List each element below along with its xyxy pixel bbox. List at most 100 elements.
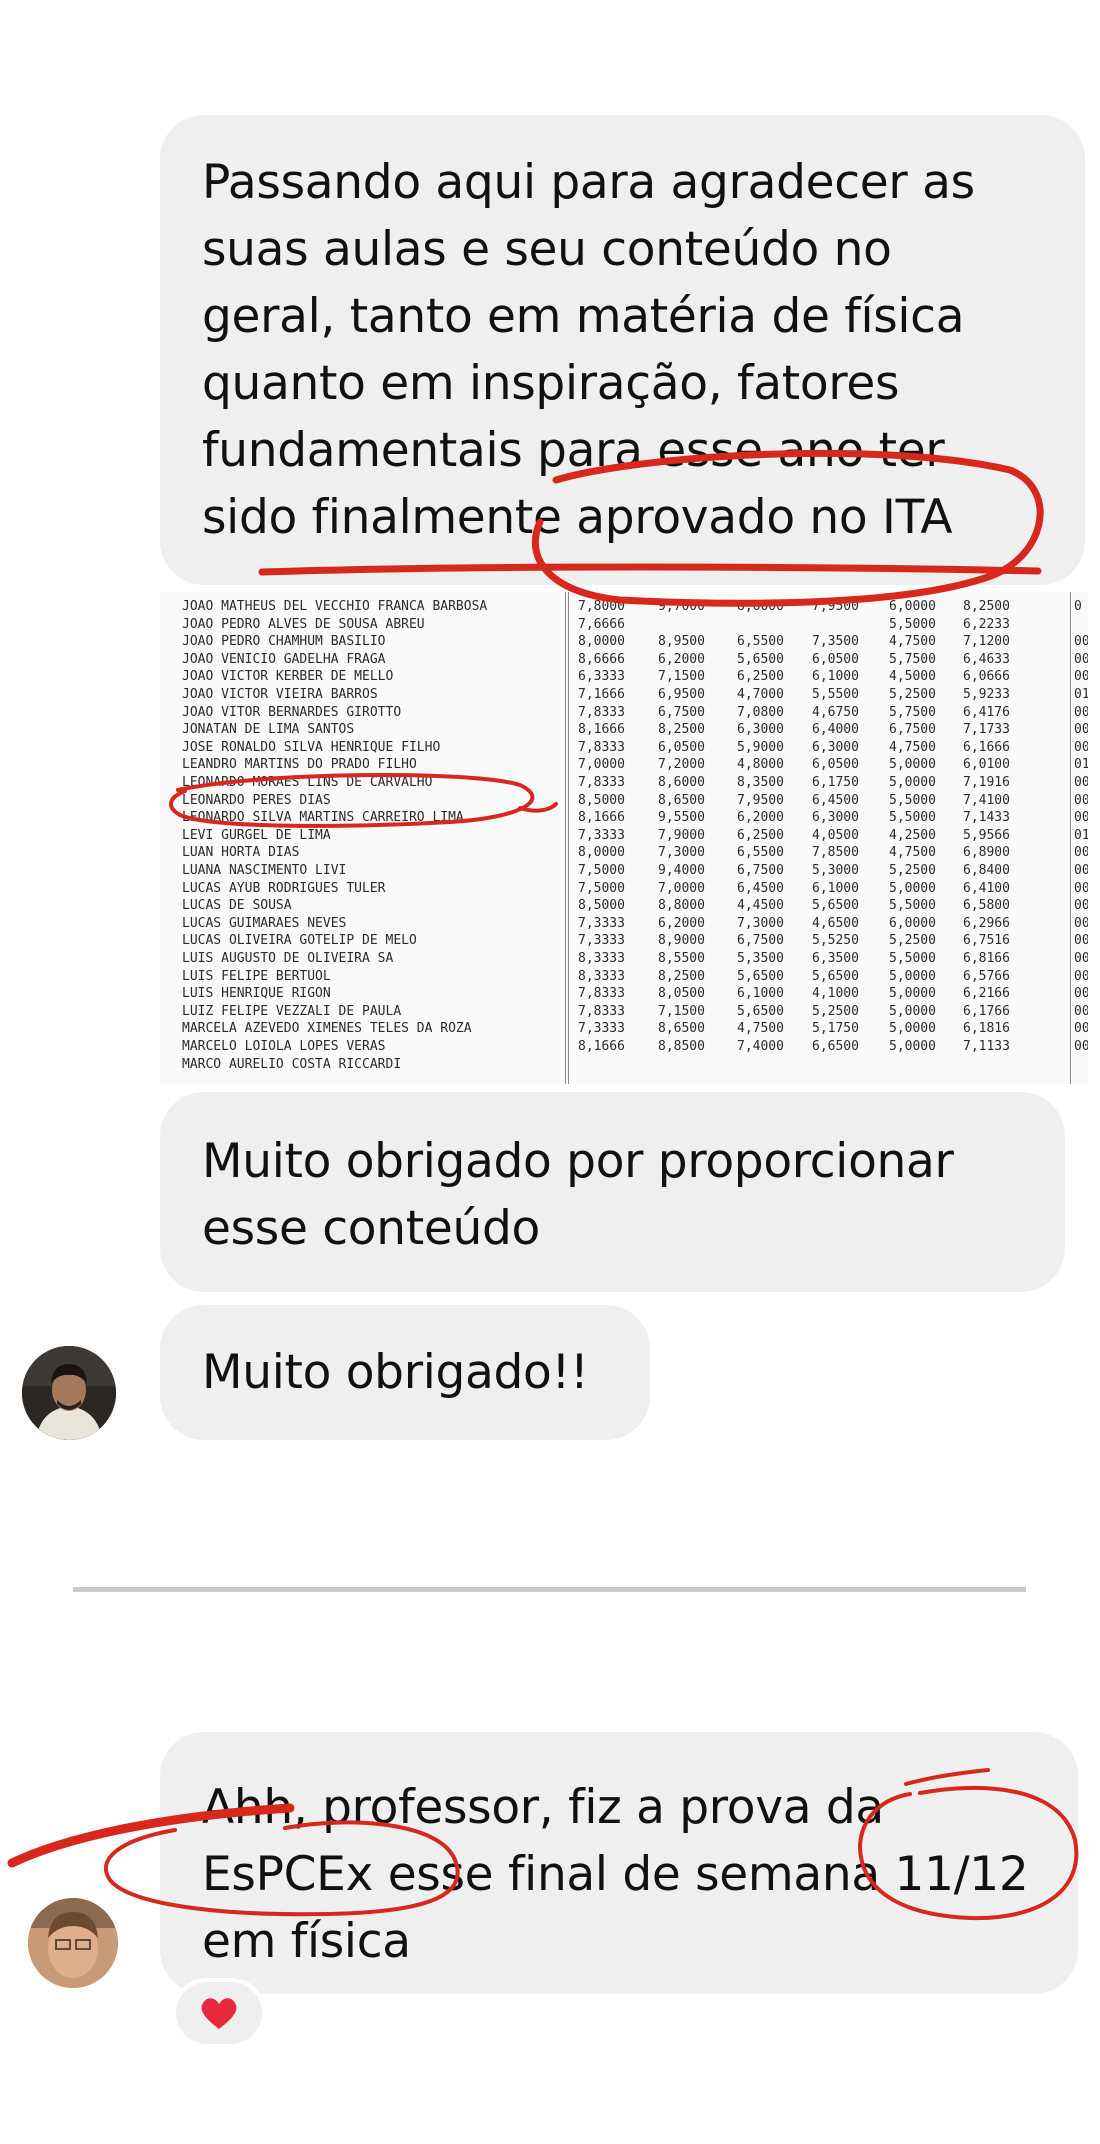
code-cell: 00 xyxy=(1074,968,1088,984)
score-cell: 6,2500 xyxy=(737,827,784,843)
score-cell: 5,2500 xyxy=(812,1003,859,1019)
student-name: LUANA NASCIMENTO LIVI xyxy=(182,863,347,878)
student-name: JOAO VITOR BERNARDES GIROTTO xyxy=(182,704,402,720)
score-cell: 8,6500 xyxy=(658,1021,705,1037)
score-cell: 8,8500 xyxy=(658,1039,705,1054)
score-cell: 5,9233 xyxy=(963,687,1010,702)
code-cell: 00 xyxy=(1074,669,1088,685)
score-cell: 7,1133 xyxy=(963,1039,1010,1054)
score-cell: 6,3000 xyxy=(737,722,784,738)
student-name: LUIZ FELIPE VEZZALI DE PAULA xyxy=(182,1003,402,1019)
score-cell: 7,1500 xyxy=(658,669,705,685)
score-cell: 6,9500 xyxy=(658,687,705,702)
score-cell: 5,0000 xyxy=(889,1003,936,1019)
score-cell: 6,7500 xyxy=(737,863,784,878)
score-cell: 7,1433 xyxy=(963,810,1010,826)
message-bubble-gratitude[interactable]: Passando aqui para agradecer as suas aul… xyxy=(160,115,1085,585)
score-cell: 6,3333 xyxy=(578,669,625,685)
message-line: suas aulas e seu conteúdo no xyxy=(202,222,892,277)
code-cell: 00 xyxy=(1074,880,1088,896)
code-cell: 00 xyxy=(1074,933,1088,949)
score-cell: 5,2500 xyxy=(889,933,936,949)
score-cell: 5,0000 xyxy=(889,775,936,790)
score-cell: 8,0500 xyxy=(658,986,705,1002)
student-name: LEONARDO SILVA MARTINS CARREIRO LIMA xyxy=(182,810,464,826)
score-cell: 7,9500 xyxy=(812,599,859,614)
score-cell: 4,0500 xyxy=(812,827,859,843)
score-cell: 5,9566 xyxy=(963,827,1010,843)
student-name: LUAN HORTA DIAS xyxy=(182,845,300,861)
sender-avatar[interactable] xyxy=(22,1346,116,1440)
score-cell: 8,5500 xyxy=(658,951,705,966)
table-divider xyxy=(565,592,566,1084)
score-cell: 6,2966 xyxy=(963,915,1010,931)
score-cell: 6,0000 xyxy=(889,599,936,614)
score-cell: 5,3500 xyxy=(737,951,784,966)
heart-reaction[interactable] xyxy=(172,1978,266,2048)
score-cell: 7,1733 xyxy=(963,722,1010,738)
score-cell: 7,3000 xyxy=(658,845,705,861)
score-cell: 6,3000 xyxy=(812,739,859,755)
student-name: MARCO AURELIO COSTA RICCARDI xyxy=(182,1056,402,1072)
score-cell: 7,4000 xyxy=(737,1039,784,1054)
score-cell: 8,0000 xyxy=(578,634,625,650)
divider xyxy=(73,1587,1026,1592)
score-cell: 6,1000 xyxy=(812,669,859,685)
score-cell: 8,6500 xyxy=(658,792,705,808)
message-bubble-thanks-content[interactable]: Muito obrigado por proporcionar esse con… xyxy=(160,1092,1065,1292)
score-cell: 9,7000 xyxy=(658,599,705,614)
student-name: LEANDRO MARTINS DO PRADO FILHO xyxy=(182,757,417,773)
score-cell: 6,0500 xyxy=(658,739,705,755)
score-cell: 4,7500 xyxy=(889,634,936,650)
score-cell: 7,3000 xyxy=(737,915,784,931)
score-cell: 6,4500 xyxy=(737,880,784,896)
score-cell: 6,0500 xyxy=(812,757,859,773)
code-cell: 01 xyxy=(1074,687,1088,702)
code-cell: 00 xyxy=(1074,1003,1088,1019)
code-cell: 0 xyxy=(1074,599,1082,614)
message-line: Muito obrigado!! xyxy=(202,1345,589,1400)
score-cell: 8,3333 xyxy=(578,951,625,966)
score-cell: 6,0500 xyxy=(812,651,859,667)
score-cell: 6,2233 xyxy=(963,616,1010,632)
score-cell: 7,0800 xyxy=(737,704,784,720)
score-cell: 7,6666 xyxy=(578,616,625,632)
message-line: Passando aqui para agradecer as xyxy=(202,155,975,210)
score-cell: 7,8333 xyxy=(578,1003,625,1019)
score-cell: 7,8333 xyxy=(578,775,625,790)
score-cell: 7,3500 xyxy=(812,634,859,650)
score-cell: 7,1916 xyxy=(963,775,1010,790)
score-cell: 7,5000 xyxy=(578,880,625,896)
score-cell: 9,4000 xyxy=(658,863,705,878)
student-name: JOAO VICTOR VIEIRA BARROS xyxy=(182,687,378,702)
sender-avatar[interactable] xyxy=(28,1898,118,1988)
student-name: MARCELO LOIOLA LOPES VERAS xyxy=(182,1039,386,1054)
score-cell: 6,2000 xyxy=(658,651,705,667)
score-cell: 5,5000 xyxy=(889,898,936,914)
score-cell: 8,1666 xyxy=(578,1039,625,1054)
message-bubble-thanks[interactable]: Muito obrigado!! xyxy=(160,1305,650,1440)
score-cell: 8,1666 xyxy=(578,810,625,826)
score-cell: 6,1666 xyxy=(963,739,1010,755)
message-line: Muito obrigado por proporcionar xyxy=(202,1134,954,1189)
score-cell: 5,6500 xyxy=(737,651,784,667)
score-cell: 4,7500 xyxy=(889,739,936,755)
score-cell: 7,8333 xyxy=(578,704,625,720)
score-cell: 4,7500 xyxy=(737,1021,784,1037)
score-cell: 6,0100 xyxy=(963,757,1010,773)
message-line: geral, tanto em matéria de física xyxy=(202,289,965,344)
score-cell: 5,6500 xyxy=(812,898,859,914)
score-cell: 7,3333 xyxy=(578,915,625,931)
score-cell: 7,2000 xyxy=(658,757,705,773)
score-cell: 7,3333 xyxy=(578,827,625,843)
score-cell: 7,8000 xyxy=(578,599,625,614)
score-cell: 7,0000 xyxy=(658,880,705,896)
score-cell: 6,8400 xyxy=(963,863,1010,878)
score-cell: 8,3333 xyxy=(578,968,625,984)
message-line: em física xyxy=(202,1914,411,1969)
student-name: LUIS AUGUSTO DE OLIVEIRA SA xyxy=(182,951,394,966)
score-cell: 6,7516 xyxy=(963,933,1010,949)
message-bubble-espcex[interactable]: Ahh, professor, fiz a prova da EsPCEx es… xyxy=(160,1732,1078,1994)
student-name: JOAO VICTOR KERBER DE MELLO xyxy=(182,669,394,685)
shared-image-results-list[interactable]: JOAO MATHEUS DEL VECCHIO FRANCA BARBOSA 7… xyxy=(160,592,1088,1084)
